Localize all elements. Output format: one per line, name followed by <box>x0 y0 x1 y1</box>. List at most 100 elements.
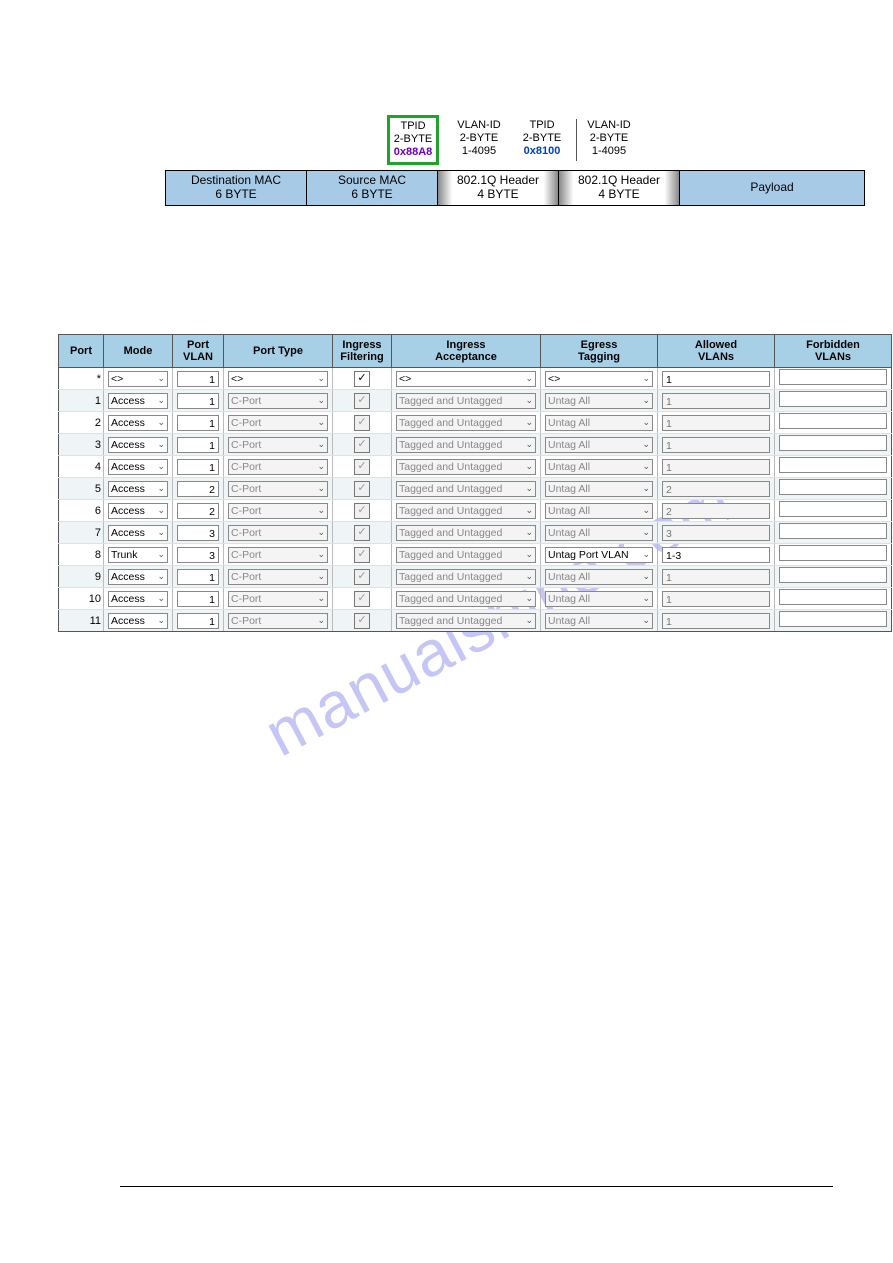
port-type-select: C-Port⌄ <box>228 569 328 585</box>
port-type-select: C-Port⌄ <box>228 503 328 519</box>
ingress-filtering-checkbox: ✓ <box>354 437 370 453</box>
port-type-select: C-Port⌄ <box>228 591 328 607</box>
label: 1-4095 <box>451 145 507 158</box>
forbidden-vlans-input[interactable] <box>779 457 887 473</box>
mode-select[interactable]: Trunk⌄ <box>108 547 168 563</box>
mode-select[interactable]: Access⌄ <box>108 437 168 453</box>
egress-tagging-select: Untag All⌄ <box>545 393 653 409</box>
port-vlan-input[interactable]: 2 <box>177 481 219 497</box>
mode-select[interactable]: Access⌄ <box>108 591 168 607</box>
mode-select[interactable]: Access⌄ <box>108 459 168 475</box>
label: 2-BYTE <box>451 132 507 145</box>
port-vlan-input[interactable]: 1 <box>177 591 219 607</box>
egress-tagging-select: Untag All⌄ <box>545 437 653 453</box>
chevron-down-icon: ⌄ <box>155 395 165 406</box>
port-vlan-input[interactable]: 1 <box>177 393 219 409</box>
port-vlan-input[interactable]: 1 <box>177 437 219 453</box>
label: 802.1Q Header <box>457 174 539 188</box>
chevron-down-icon: ⌄ <box>640 549 650 560</box>
ingress-acceptance-select: Tagged and Untagged⌄ <box>396 569 536 585</box>
forbidden-vlans-input[interactable] <box>779 501 887 517</box>
col-header-mode: Mode <box>104 335 173 368</box>
allowed-vlans-input: 1 <box>662 393 770 409</box>
ingress-acceptance-select: Tagged and Untagged⌄ <box>396 437 536 453</box>
mode-select[interactable]: Access⌄ <box>108 415 168 431</box>
vlanid-outer-label: VLAN-ID 2-BYTE 1-4095 <box>451 119 507 159</box>
ingress-acceptance-select: Tagged and Untagged⌄ <box>396 591 536 607</box>
label: Ingress <box>342 339 381 351</box>
ingress-filtering-checkbox: ✓ <box>354 459 370 475</box>
mode-select[interactable]: Access⌄ <box>108 613 168 629</box>
forbidden-vlans-input[interactable] <box>779 435 887 451</box>
allowed-vlans-input: 1 <box>662 569 770 585</box>
chevron-down-icon: ⌄ <box>155 571 165 582</box>
port-vlan-input[interactable]: 3 <box>177 525 219 541</box>
chevron-down-icon: ⌄ <box>315 373 325 384</box>
forbidden-vlans-input[interactable] <box>779 391 887 407</box>
port-number: 10 <box>59 588 104 610</box>
mode-select[interactable]: Access⌄ <box>108 503 168 519</box>
forbidden-vlans-input[interactable] <box>779 369 887 385</box>
allowed-vlans-input: 2 <box>662 503 770 519</box>
allowed-vlans-input[interactable]: 1-3 <box>662 547 770 563</box>
table-row: 5Access⌄2C-Port⌄✓Tagged and Untagged⌄Unt… <box>59 478 892 500</box>
ingress-filtering-checkbox: ✓ <box>354 591 370 607</box>
forbidden-vlans-input[interactable] <box>779 611 887 627</box>
forbidden-vlans-input[interactable] <box>779 545 887 561</box>
allowed-vlans-input: 3 <box>662 525 770 541</box>
port-number: * <box>59 368 104 390</box>
frame-segment-8021q-inner: 802.1Q Header 4 BYTE <box>559 171 680 205</box>
forbidden-vlans-input[interactable] <box>779 567 887 583</box>
egress-tagging-select: Untag All⌄ <box>545 591 653 607</box>
egress-tagging-select: Untag All⌄ <box>545 415 653 431</box>
port-type-select: C-Port⌄ <box>228 459 328 475</box>
chevron-down-icon: ⌄ <box>315 615 325 626</box>
mode-select[interactable]: <>⌄ <box>108 371 168 387</box>
label: 2-BYTE <box>581 132 637 145</box>
col-header-port: Port <box>59 335 104 368</box>
mode-select[interactable]: Access⌄ <box>108 569 168 585</box>
label: Payload <box>750 181 793 195</box>
mode-select[interactable]: Access⌄ <box>108 525 168 541</box>
ingress-acceptance-select: Tagged and Untagged⌄ <box>396 503 536 519</box>
port-vlan-input[interactable]: 3 <box>177 547 219 563</box>
forbidden-vlans-input[interactable] <box>779 479 887 495</box>
port-type-select: C-Port⌄ <box>228 481 328 497</box>
mode-select[interactable]: Access⌄ <box>108 393 168 409</box>
port-vlan-input[interactable]: 2 <box>177 503 219 519</box>
port-number: 3 <box>59 434 104 456</box>
port-type-select[interactable]: <>⌄ <box>228 371 328 387</box>
port-vlan-input[interactable]: 1 <box>177 459 219 475</box>
port-number: 1 <box>59 390 104 412</box>
ingress-filtering-checkbox[interactable]: ✓ <box>354 371 370 387</box>
port-vlan-input[interactable]: 1 <box>177 569 219 585</box>
chevron-down-icon: ⌄ <box>155 505 165 516</box>
ingress-acceptance-select[interactable]: <>⌄ <box>396 371 536 387</box>
label: Egress <box>581 339 618 351</box>
forbidden-vlans-input[interactable] <box>779 589 887 605</box>
port-number: 6 <box>59 500 104 522</box>
port-vlan-input[interactable]: 1 <box>177 415 219 431</box>
egress-tagging-select[interactable]: <>⌄ <box>545 371 653 387</box>
chevron-down-icon: ⌄ <box>315 593 325 604</box>
allowed-vlans-input[interactable]: 1 <box>662 371 770 387</box>
tpid-inner-value: 0x8100 <box>517 145 567 158</box>
table-row: 1Access⌄1C-Port⌄✓Tagged and Untagged⌄Unt… <box>59 390 892 412</box>
egress-tagging-select[interactable]: Untag Port VLAN⌄ <box>545 547 653 563</box>
port-type-select: C-Port⌄ <box>228 613 328 629</box>
frame-segment-payload: Payload <box>680 171 864 205</box>
forbidden-vlans-input[interactable] <box>779 413 887 429</box>
port-vlan-input[interactable]: 1 <box>177 371 219 387</box>
forbidden-vlans-input[interactable] <box>779 523 887 539</box>
ingress-filtering-checkbox: ✓ <box>354 481 370 497</box>
egress-tagging-select: Untag All⌄ <box>545 525 653 541</box>
chevron-down-icon: ⌄ <box>640 483 650 494</box>
table-row: *<>⌄1<>⌄✓<>⌄<>⌄1 <box>59 368 892 390</box>
label: TPID <box>517 119 567 132</box>
port-vlan-input[interactable]: 1 <box>177 613 219 629</box>
chevron-down-icon: ⌄ <box>523 527 533 538</box>
chevron-down-icon: ⌄ <box>640 527 650 538</box>
port-number: 5 <box>59 478 104 500</box>
chevron-down-icon: ⌄ <box>523 615 533 626</box>
mode-select[interactable]: Access⌄ <box>108 481 168 497</box>
